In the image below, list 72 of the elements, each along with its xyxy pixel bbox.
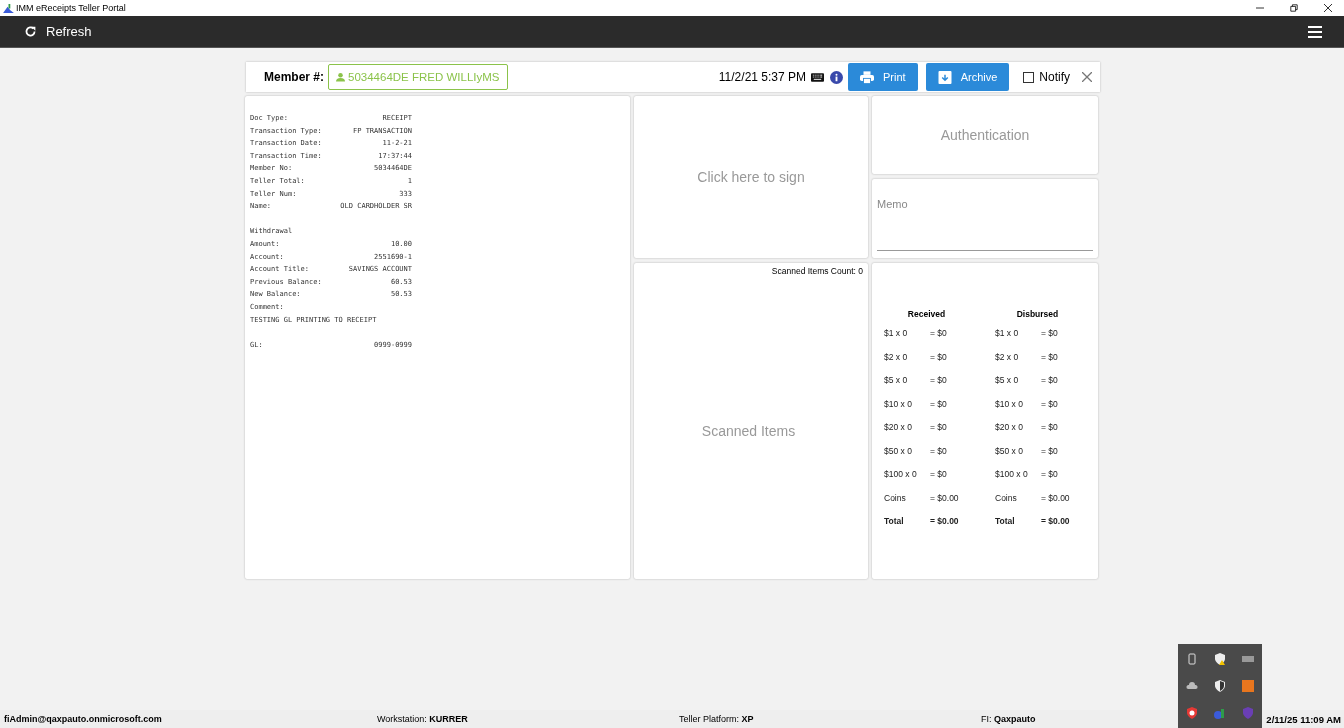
denomination-amount: = $0	[1041, 351, 1058, 364]
denomination-label: Total	[884, 516, 905, 528]
status-item: Teller Platform: XP	[679, 714, 755, 724]
print-button[interactable]: Print	[848, 63, 918, 91]
status-item: FI: Qaxpauto	[981, 714, 1037, 724]
denomination-amount: = $0	[1041, 445, 1058, 458]
denomination-amount: = $0.00	[930, 516, 959, 528]
denomination-amount: = $0	[1041, 398, 1058, 411]
denomination-label: $50 x 0	[884, 445, 913, 458]
denomination-label: $1 x 0	[884, 328, 909, 340]
denomination-label: $5 x 0	[884, 375, 909, 387]
denomination-amount: = $0	[930, 398, 947, 411]
denomination-label: Coins	[884, 492, 907, 505]
signature-pad[interactable]: Click here to sign	[634, 96, 868, 258]
denomination-label: $1 x 0	[995, 328, 1020, 340]
sign-prompt: Click here to sign	[697, 169, 805, 185]
person-icon	[336, 72, 346, 82]
denomination-amount: = $0.00	[1041, 492, 1070, 505]
refresh-button[interactable]: Refresh	[24, 24, 92, 39]
denomination-label: Total	[995, 516, 1016, 528]
menu-icon[interactable]	[1308, 25, 1322, 38]
denomination-amount: = $0	[930, 351, 947, 364]
denomination-amount: = $0	[1041, 375, 1058, 387]
denomination-label: $10 x 0	[884, 398, 913, 411]
shield-icon[interactable]	[1214, 680, 1226, 692]
shield-warning-icon[interactable]	[1214, 653, 1226, 666]
denomination-amount: = $0	[1041, 328, 1058, 340]
taskbar-clock: 2/11/25 11:09 AM	[1266, 713, 1341, 725]
denomination-label: $5 x 0	[995, 375, 1020, 387]
denomination-label: $10 x 0	[995, 398, 1024, 411]
denomination-label: $20 x 0	[884, 422, 913, 434]
denomination-label: $20 x 0	[995, 422, 1024, 434]
authentication-button[interactable]: Authentication	[872, 96, 1098, 174]
date-time: 11/2/21 5:37 PM	[718, 70, 806, 84]
info-icon[interactable]	[830, 70, 843, 84]
refresh-icon	[24, 25, 37, 38]
denomination-amount: = $0	[930, 328, 947, 340]
window-title: IMM eReceipts Teller Portal	[16, 3, 126, 13]
denomination-amount: = $0	[930, 375, 947, 387]
scanned-count: Scanned Items Count: 0	[771, 266, 863, 276]
denomination-label: $2 x 0	[995, 351, 1020, 364]
minimize-icon[interactable]	[1256, 4, 1264, 12]
member-label: Member #:	[264, 70, 325, 84]
cash-column-heading: Disbursed	[1015, 309, 1060, 319]
archive-icon	[937, 70, 952, 84]
user-email: fiAdmin@qaxpauto.onmicrosoft.com	[4, 714, 163, 724]
denomination-label: Coins	[995, 492, 1018, 505]
denomination-label: $100 x 0	[884, 469, 918, 481]
denomination-label: $50 x 0	[995, 445, 1024, 458]
denomination-label: $100 x 0	[995, 469, 1029, 481]
notify-checkbox[interactable]: Notify	[1023, 70, 1070, 84]
keyboard-icon[interactable]	[811, 72, 824, 82]
denomination-amount: = $0	[930, 422, 947, 434]
printer-icon	[860, 70, 874, 84]
denomination-label: $2 x 0	[884, 351, 909, 364]
scanned-items-label: Scanned Items	[701, 423, 796, 439]
denomination-amount: = $0	[930, 445, 947, 458]
denomination-amount: = $0	[1041, 469, 1058, 481]
denomination-amount: = $0	[1041, 422, 1058, 434]
restore-icon[interactable]	[1290, 4, 1298, 12]
denomination-amount: = $0.00	[930, 492, 959, 505]
cash-column-heading: Received	[906, 309, 947, 319]
denomination-amount: = $0.00	[1041, 516, 1070, 528]
denomination-amount: = $0	[930, 469, 947, 481]
member-field[interactable]: 5034464DE FRED WILLIyMS	[328, 64, 508, 90]
memo-field[interactable]: Memo	[872, 179, 1098, 258]
close-icon[interactable]	[1324, 4, 1332, 12]
archive-button[interactable]: Archive	[925, 63, 1010, 91]
app-tile-icon[interactable]	[1242, 680, 1254, 692]
cloud-icon[interactable]	[1186, 680, 1198, 692]
status-item: Workstation: KURRER	[377, 714, 469, 724]
app-logo-icon	[3, 3, 14, 13]
